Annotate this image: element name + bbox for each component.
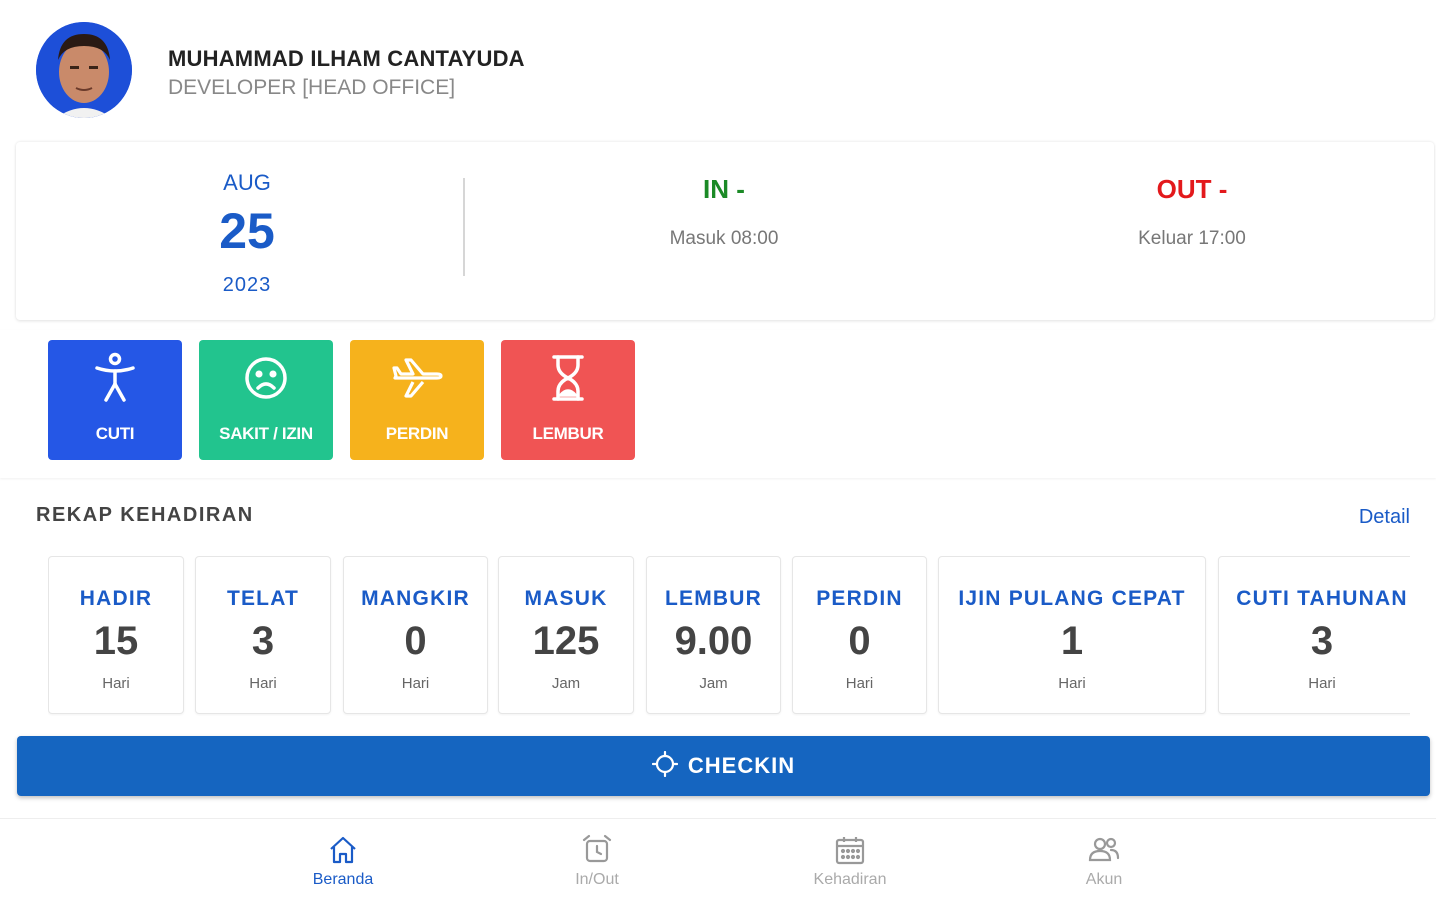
date-day: 25 <box>219 203 275 259</box>
date-month: AUG <box>223 170 271 195</box>
airplane-icon <box>350 352 484 404</box>
stat-title: LEMBUR <box>664 587 763 610</box>
stat-title: TELAT <box>226 587 300 610</box>
rekap-section-title: REKAP KEHADIRAN <box>36 504 254 526</box>
cuti-label: CUTI <box>95 424 135 443</box>
today-attendance-card: AUG 25 2023 IN - Masuk 08:00 OUT - Kelua… <box>16 142 1434 320</box>
check-in-status: IN - <box>703 174 745 204</box>
divider <box>463 178 465 276</box>
stat-unit: Hari <box>845 675 874 692</box>
users-icon <box>1034 833 1174 867</box>
nav-label: Akun <box>1085 871 1123 888</box>
lembur-label: LEMBUR <box>532 424 604 443</box>
nav-label: Kehadiran <box>813 871 887 888</box>
stat-unit: Hari <box>401 675 430 692</box>
stat-title: PERDIN <box>816 587 903 610</box>
stat-unit: Hari <box>102 675 130 692</box>
check-out-status: OUT - <box>1156 174 1228 204</box>
avatar[interactable] <box>36 22 132 118</box>
nav-label: In/Out <box>575 871 619 888</box>
stat-unit: Jam <box>699 675 728 692</box>
home-icon <box>273 833 413 867</box>
stat-unit: Hari <box>249 675 277 692</box>
alarm-clock-icon <box>527 833 667 867</box>
dashboard-page: MUHAMMAD ILHAM CANTAYUDA DEVELOPER [HEAD… <box>0 0 1436 900</box>
stat-value: 3 <box>1310 619 1334 663</box>
check-out-schedule: Keluar 17:00 <box>1138 228 1246 249</box>
bottom-navigation: Beranda In/Out Kehadiran Akun <box>0 818 1436 900</box>
stat-value: 1 <box>1060 619 1084 663</box>
nav-label: Beranda <box>312 871 374 888</box>
hourglass-icon <box>501 352 635 404</box>
sakit-izin-label: SAKIT / IZIN <box>219 424 313 443</box>
action-tiles: CUTI SAKIT / IZIN PERDIN LEMBUR <box>0 330 1436 478</box>
stat-unit: Hari <box>1058 675 1086 692</box>
stat-card-telat: TELAT 3 Hari <box>195 556 331 714</box>
stat-title: MANGKIR <box>361 587 470 610</box>
sad-face-icon <box>199 352 333 404</box>
stat-card-ijin-pulang-cepat: IJIN PULANG CEPAT 1 Hari <box>938 556 1206 714</box>
perdin-button[interactable]: PERDIN <box>350 340 484 460</box>
stat-unit: Jam <box>551 675 581 692</box>
stat-title: MASUK <box>524 587 608 610</box>
sakit-izin-button[interactable]: SAKIT / IZIN <box>199 340 333 460</box>
nav-item-akun[interactable]: Akun <box>1034 833 1174 897</box>
stat-card-mangkir: MANGKIR 0 Hari <box>343 556 488 714</box>
user-name: MUHAMMAD ILHAM CANTAYUDA <box>168 46 525 71</box>
profile-header: MUHAMMAD ILHAM CANTAYUDA DEVELOPER [HEAD… <box>0 0 1436 138</box>
stat-value: 0 <box>848 619 871 663</box>
stat-card-masuk: MASUK 125 Jam <box>498 556 634 714</box>
stat-value: 15 <box>93 619 139 663</box>
stat-card-hadir: HADIR 15 Hari <box>48 556 184 714</box>
check-in-schedule: Masuk 08:00 <box>669 228 779 249</box>
rekap-stats-row[interactable]: HADIR 15 Hari TELAT 3 Hari MANGKIR 0 Har… <box>48 556 1410 716</box>
stat-value: 0 <box>404 619 427 663</box>
calendar-icon <box>780 833 920 867</box>
stat-card-cuti-tahunan: CUTI TAHUNAN 3 Hari <box>1218 556 1410 714</box>
stat-value: 3 <box>251 619 275 663</box>
stat-title: IJIN PULANG CEPAT <box>958 587 1186 610</box>
nav-item-kehadiran[interactable]: Kehadiran <box>780 833 920 897</box>
lembur-button[interactable]: LEMBUR <box>501 340 635 460</box>
checkin-button[interactable]: CHECKIN <box>17 736 1430 796</box>
nav-item-beranda[interactable]: Beranda <box>273 833 413 897</box>
stat-value: 9.00 <box>674 619 753 663</box>
rekap-detail-link[interactable]: Detail <box>1359 506 1410 529</box>
avatar-photo <box>36 22 132 118</box>
stat-value: 125 <box>532 619 600 663</box>
stat-title: HADIR <box>79 587 153 610</box>
stat-card-perdin: PERDIN 0 Hari <box>792 556 927 714</box>
cuti-button[interactable]: CUTI <box>48 340 182 460</box>
crosshair-icon <box>651 750 678 782</box>
stat-title: CUTI TAHUNAN <box>1236 587 1408 610</box>
accessibility-icon <box>48 352 182 404</box>
user-role: DEVELOPER [HEAD OFFICE] <box>168 76 456 99</box>
checkin-label: CHECKIN <box>687 753 796 778</box>
nav-item-inout[interactable]: In/Out <box>527 833 667 897</box>
perdin-label: PERDIN <box>385 424 449 443</box>
stat-card-lembur: LEMBUR 9.00 Jam <box>646 556 781 714</box>
date-year: 2023 <box>222 274 272 296</box>
stat-unit: Hari <box>1308 675 1336 692</box>
